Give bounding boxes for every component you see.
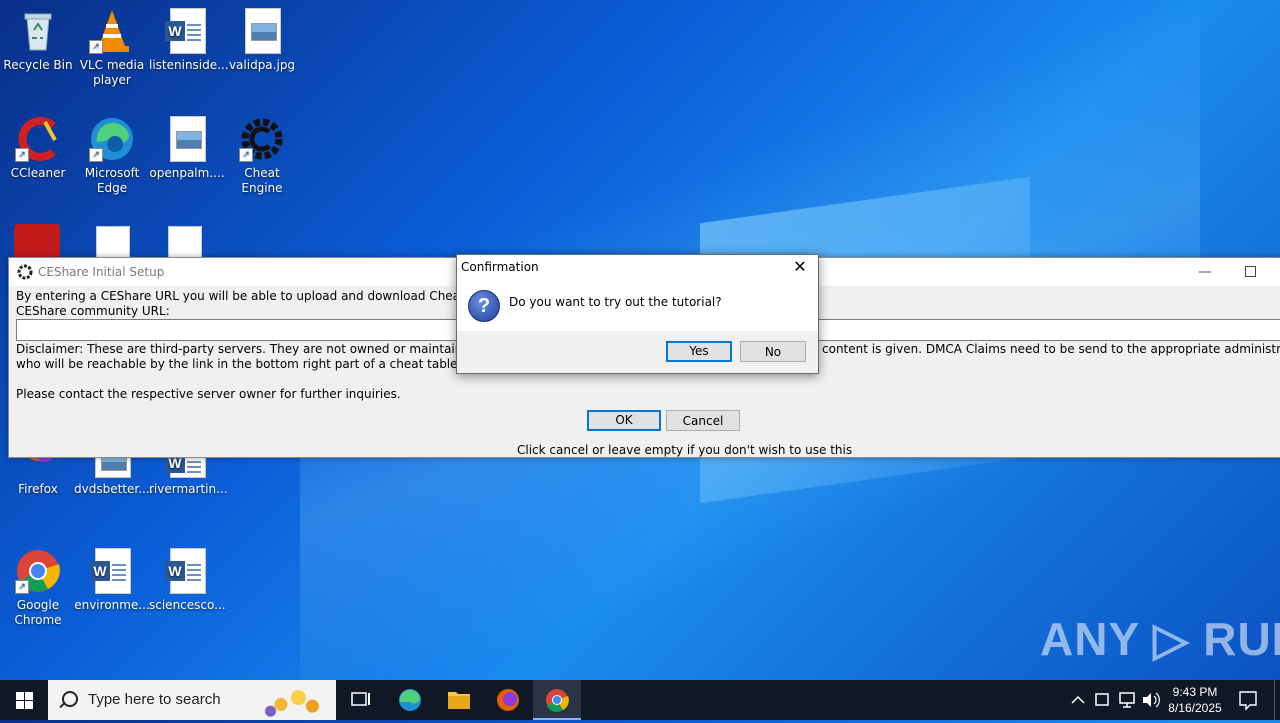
ccleaner-icon: ↗ [15,116,61,162]
desktop-icon-label: Recycle Bin [3,58,73,72]
contact-text: Please contact the respective server own… [16,387,401,401]
desktop-icon-openpalm[interactable]: openpalm.... [149,108,225,181]
taskbar-file-explorer-button[interactable] [435,680,483,720]
taskbar-firefox-button[interactable] [484,680,532,720]
taskbar-search-box[interactable]: Type here to search [48,680,336,720]
desktop-icon-validpa[interactable]: validpa.jpg [224,0,300,73]
image-file-icon[interactable] [96,226,130,260]
disclaimer-text: Disclaimer: These are third-party server… [16,342,532,356]
maximize-icon [1245,266,1256,277]
desktop-icon-label: dvdsbetter.... [74,482,154,496]
start-button[interactable] [0,680,48,720]
desktop-icon-sciencesco[interactable]: W sciencesco... [149,540,226,613]
taskbar-chrome-button[interactable] [533,680,581,720]
disclaimer-text-continued: content is given. DMCA Claims need to be… [822,342,1280,356]
network-icon [1119,692,1135,708]
task-view-button[interactable] [336,680,384,720]
image-file-icon [239,8,285,54]
vlc-cone-icon: ↗ [89,8,135,54]
desktop-icon-label: environme... [74,598,150,612]
close-button[interactable]: ✕ [790,257,810,277]
chrome-icon: ↗ [15,548,61,594]
clock-date: 8/16/2025 [1168,701,1222,715]
desktop-icon-recycle-bin[interactable]: Recycle Bin [0,0,76,73]
word-document-icon: W [164,8,210,54]
word-document-icon: W [89,548,135,594]
word-document-icon[interactable] [168,226,202,260]
edge-icon [399,689,421,711]
clock-time: 9:43 PM [1172,685,1218,699]
show-hidden-icons-button[interactable] [1068,680,1088,720]
cheat-engine-gear-icon [17,264,33,280]
confirmation-dialog[interactable]: Confirmation ✕ ? Do you want to try out … [456,254,819,374]
shortcut-arrow-icon: ↗ [89,148,103,162]
no-button[interactable]: No [740,341,806,362]
desktop-icon-label: openpalm.... [149,166,225,180]
task-view-icon [351,692,370,706]
recycle-bin-icon [15,8,61,54]
taskbar: Type here to search 9:43 PM 8/16/2025 [0,680,1280,720]
folder-icon [448,692,470,709]
desktop-icon-listeninside[interactable]: W listeninside... [149,0,229,73]
desktop-icon-label: validpa.jpg [228,58,296,72]
ok-button[interactable]: OK [587,410,661,431]
desktop-icon-label: VLC media player [79,58,145,87]
dialog-button-bar: Yes No [457,331,818,373]
camera-icon [1095,693,1109,706]
edge-icon: ↗ [89,116,135,162]
search-icon [62,691,78,707]
desktop-icon-cheat-engine[interactable]: ↗ Cheat Engine [224,108,300,196]
shortcut-arrow-icon: ↗ [89,40,103,54]
minimize-button[interactable]: — [1189,258,1221,286]
desktop-icon-label: Microsoft Edge [84,166,140,195]
dialog-message: Do you want to try out the tutorial? [509,295,722,309]
desktop-icon-label: Firefox [18,482,58,496]
window-title: CEShare Initial Setup [38,265,165,279]
desktop-icon-ccleaner[interactable]: ↗ CCleaner [0,108,76,181]
firefox-icon [497,689,519,711]
disclaimer-text-line2: who will be reachable by the link in the… [16,357,494,371]
search-highlight-flowers-icon [260,684,330,718]
desktop-icon-label: Cheat Engine [241,166,283,195]
cheat-engine-gear-icon: ↗ [239,116,285,162]
tray-network-button[interactable] [1116,680,1138,720]
intro-text: By entering a CEShare URL you will be ab… [16,289,526,303]
search-placeholder: Type here to search [88,691,221,708]
show-desktop-button[interactable] [1274,680,1280,720]
shortcut-arrow-icon: ↗ [239,148,253,162]
desktop-icon-label: CCleaner [10,166,66,180]
maximize-button[interactable] [1235,258,1267,286]
yes-button[interactable]: Yes [666,341,732,362]
desktop-icon-label: rivermartin... [149,482,228,496]
volume-icon [1143,692,1160,708]
taskbar-clock[interactable]: 9:43 PM 8/16/2025 [1160,684,1230,716]
word-document-icon: W [164,548,210,594]
question-icon: ? [468,290,500,322]
tray-volume-button[interactable] [1140,680,1162,720]
tray-meet-button[interactable] [1092,680,1114,720]
shortcut-arrow-icon: ↗ [15,148,29,162]
desktop-icon-edge[interactable]: ↗ Microsoft Edge [74,108,150,196]
chevron-up-icon [1071,695,1085,704]
notification-icon [1239,691,1257,711]
acrobat-icon[interactable] [14,224,60,258]
chrome-icon [546,689,569,712]
dialog-title: Confirmation [461,260,539,274]
desktop-icon-vlc[interactable]: ↗ VLC media player [74,0,150,88]
notifications-button[interactable] [1234,680,1262,720]
close-icon: ✕ [793,257,807,276]
hint-text: Click cancel or leave empty if you don't… [517,443,853,457]
desktop-icon-label: Google Chrome [14,598,62,627]
image-file-icon [164,116,210,162]
anyrun-watermark: ANY ▷ RUN [1040,613,1280,665]
desktop-icon-label: sciencesco... [149,598,226,612]
taskbar-edge-button[interactable] [386,680,434,720]
shortcut-arrow-icon: ↗ [15,580,29,594]
url-label: CEShare community URL: [16,304,170,318]
cancel-button[interactable]: Cancel [666,410,740,431]
desktop-icon-label: listeninside... [149,58,229,72]
desktop-icon-chrome[interactable]: ↗ Google Chrome [0,540,76,628]
desktop-icon-environme[interactable]: W environme... [74,540,150,613]
